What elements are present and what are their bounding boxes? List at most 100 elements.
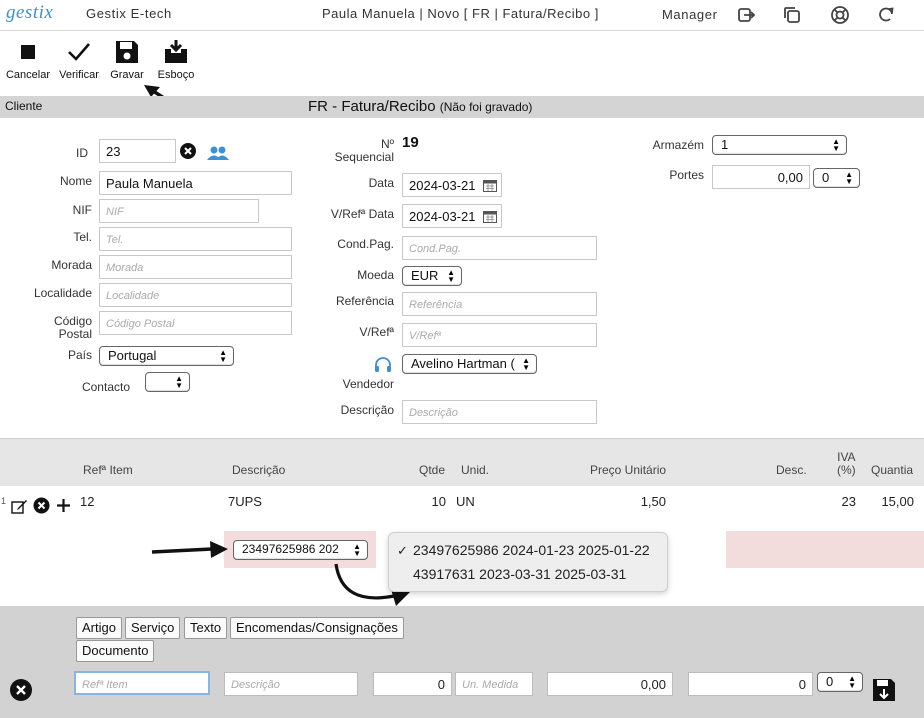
currency-value: EUR	[411, 268, 439, 283]
add-line-icon[interactable]	[55, 497, 72, 514]
shipping-field[interactable]: 0,00	[712, 165, 810, 189]
shipping-tax-select[interactable]: 0 ▲ ▼	[813, 168, 860, 188]
tax-value: 0	[826, 674, 834, 689]
salesperson-select[interactable]: Avelino Hartman ( ▲ ▼	[402, 354, 537, 374]
id-label: ID	[76, 146, 88, 160]
id-field[interactable]: 23	[99, 139, 176, 163]
form-title-text: FR - Fatura/Recibo	[308, 98, 436, 115]
form-title-note: (Não foi gravado)	[439, 100, 533, 114]
updown-arrow-icon: ▲ ▼	[175, 374, 183, 390]
col-quantity: Qtde	[419, 463, 446, 477]
updown-arrow-icon: ▲ ▼	[832, 137, 840, 153]
tax-select[interactable]: 0 ▲ ▼	[817, 672, 863, 692]
unit-input[interactable]: Un. Medida	[455, 672, 533, 696]
stop-icon	[21, 45, 35, 59]
col-vat: IVA (%)	[837, 451, 856, 477]
localidade-field[interactable]: Localidade	[99, 283, 292, 307]
col-discount: Desc.	[776, 463, 807, 477]
warehouse-label: Armazém	[652, 138, 704, 152]
description-label: Descrição	[340, 403, 394, 417]
date-value: 2024-03-21	[409, 178, 476, 193]
quantity-input[interactable]: 0	[373, 672, 452, 696]
date-label: Data	[368, 176, 394, 190]
morada-field[interactable]: Morada	[99, 255, 292, 279]
serial-option[interactable]: 23497625986 2024-01-23 2025-01-22	[413, 542, 650, 558]
row-number: 1	[1, 496, 7, 506]
nif-field[interactable]: NIF	[99, 199, 259, 223]
postal-code-field[interactable]: Código Postal	[99, 311, 292, 335]
vref-field[interactable]: V/Refª	[402, 323, 597, 347]
col-vat-line2: (%)	[837, 463, 856, 477]
reference-field[interactable]: Referência	[402, 292, 597, 316]
row-unit: UN	[456, 494, 475, 509]
tel-field[interactable]: Tel.	[99, 227, 292, 251]
cancel-label: Cancelar	[5, 69, 51, 81]
form-title: FR - Fatura/Recibo (Não foi gravado)	[308, 98, 532, 115]
date-field[interactable]: 2024-03-21	[402, 173, 502, 197]
floppy-save-icon	[116, 41, 138, 63]
payment-terms-field[interactable]: Cond.Pag.	[402, 236, 597, 260]
serial-select[interactable]: 23497625986 202 ▲ ▼	[233, 540, 368, 560]
sequence-value: 19	[402, 134, 419, 151]
tab-artigo[interactable]: Artigo	[76, 617, 122, 639]
shipping-tax-value: 0	[822, 170, 830, 185]
vref-date-field[interactable]: 2024-03-21	[402, 204, 502, 228]
contacto-select[interactable]: ▲ ▼	[145, 372, 190, 392]
remove-line-icon[interactable]	[33, 497, 50, 514]
draft-label: Esboço	[157, 69, 195, 81]
description-field[interactable]: Descrição	[402, 400, 597, 424]
user-menu[interactable]: Manager	[662, 7, 718, 22]
cp-label-line1: Código	[53, 314, 92, 328]
row-unit-price: 1,50	[640, 494, 666, 509]
vref-date-value: 2024-03-21	[409, 209, 476, 224]
cp-label: Código Postal	[30, 315, 92, 341]
tab-encomendas[interactable]: Encomendas/Consignações	[230, 617, 404, 639]
save-line-icon[interactable]	[872, 678, 896, 702]
col-amount: Quantia	[871, 463, 914, 477]
country-select[interactable]: Portugal ▲ ▼	[99, 346, 234, 366]
discount-input[interactable]: 0	[688, 672, 813, 696]
section-bar: Cliente FR - Fatura/Recibo (Não foi grav…	[0, 96, 924, 118]
draft-button[interactable]: Esboço	[155, 39, 197, 81]
clear-circle-icon[interactable]	[179, 142, 197, 160]
gestix-logo[interactable]: gestix	[6, 2, 53, 24]
annotation-arrow	[151, 541, 228, 558]
price-input[interactable]: 0,00	[547, 672, 673, 696]
cancel-button[interactable]: Cancelar	[5, 39, 51, 81]
country-label: País	[67, 348, 92, 362]
headset-icon	[375, 357, 391, 372]
col-ref: Refª Item	[83, 463, 133, 477]
help-lifebuoy-icon[interactable]	[830, 5, 850, 25]
contacts-people-icon[interactable]	[206, 145, 230, 161]
vref-label: V/Refª	[359, 325, 394, 339]
windows-icon[interactable]	[782, 5, 802, 25]
checkmark-icon: ✓	[397, 543, 408, 558]
country-value: Portugal	[108, 348, 157, 363]
tab-texto[interactable]: Texto	[184, 617, 228, 639]
close-circle-icon[interactable]	[9, 678, 33, 702]
updown-arrow-icon: ▲ ▼	[848, 674, 856, 690]
currency-select[interactable]: EUR ▲ ▼	[402, 266, 462, 286]
ref-item-input[interactable]: Refª Item	[74, 671, 210, 695]
tab-servico[interactable]: Serviço	[125, 617, 181, 639]
col-unit-price: Preço Unitário	[590, 463, 667, 477]
nif-label: NIF	[72, 203, 92, 217]
logout-icon[interactable]	[736, 5, 756, 25]
description-input[interactable]: Descrição	[224, 672, 358, 696]
verify-button[interactable]: Verificar	[57, 39, 101, 81]
refresh-icon[interactable]	[876, 5, 896, 25]
name-field[interactable]: Paula Manuela	[99, 171, 292, 195]
serial-option[interactable]: 43917631 2023-03-31 2025-03-31	[413, 566, 626, 582]
warehouse-select[interactable]: 1 ▲ ▼	[712, 135, 847, 155]
updown-arrow-icon: ▲ ▼	[219, 348, 227, 364]
edit-icon[interactable]	[11, 498, 28, 515]
name-label: Nome	[59, 174, 92, 188]
calendar-icon[interactable]	[483, 179, 497, 192]
section-label: Cliente	[5, 99, 43, 113]
save-button[interactable]: Gravar	[108, 39, 146, 81]
reference-label: Referência	[335, 294, 394, 308]
company-name: Gestix E-tech	[86, 6, 172, 21]
tab-documento[interactable]: Documento	[76, 640, 155, 662]
row-ref: 12	[80, 494, 95, 509]
calendar-icon[interactable]	[483, 210, 497, 223]
